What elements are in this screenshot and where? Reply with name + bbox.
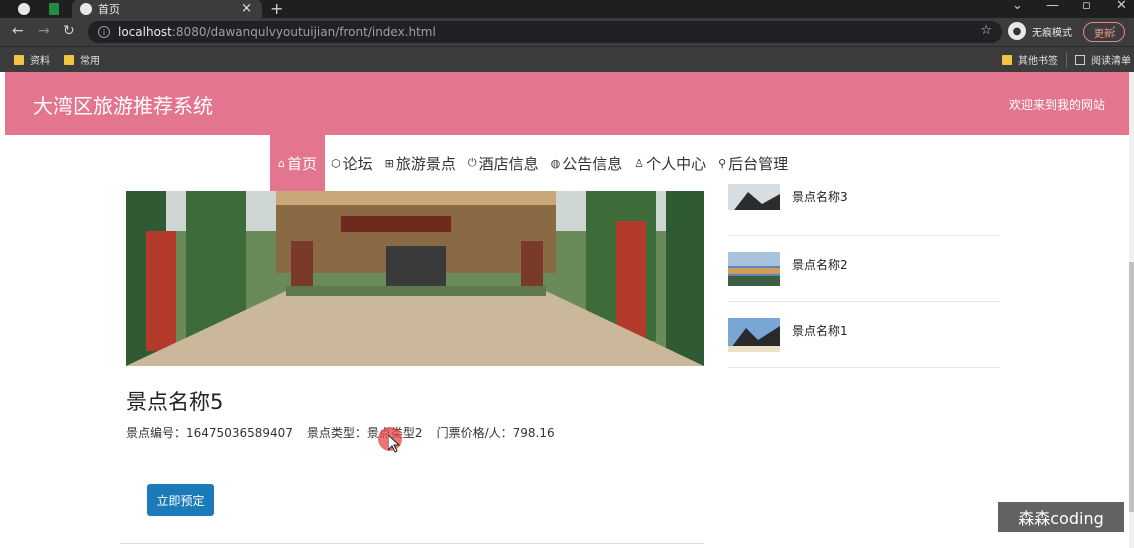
price-value: 798.16 [512, 426, 555, 440]
bookmark-label: 资料 [30, 56, 50, 67]
grid-icon: ⊞ [384, 156, 394, 170]
folder-icon [1002, 54, 1012, 65]
back-icon[interactable]: ← [12, 23, 24, 39]
mouse-cursor-icon [387, 433, 401, 457]
attraction-type: 景点类型：景点类型2 [307, 424, 423, 441]
side-list-item[interactable]: 景点名称1 [728, 302, 1000, 368]
minimize-icon[interactable]: — [1046, 0, 1059, 13]
active-tab[interactable]: 首页 × [72, 0, 262, 18]
side-list-item[interactable]: 景点名称2 [728, 236, 1000, 302]
bookmarks-bar: 资料 常用 其他书签 阅读清单 [0, 46, 1134, 72]
price-label: 门票价格/人： [436, 426, 513, 440]
menu-kebab-icon[interactable]: ⋮ [1108, 24, 1120, 38]
bookmark-separator [1066, 53, 1067, 67]
address-toolbar: ← → ↻ i localhost:8080/dawanqulvyoutuiji… [0, 18, 1134, 46]
divider [120, 543, 704, 544]
site-info-icon[interactable]: i [98, 26, 110, 38]
cube-icon: ⬡ [331, 156, 341, 170]
nav-forum[interactable]: ⬡ 论坛 [325, 135, 379, 191]
forward-icon[interactable]: → [38, 23, 50, 39]
attraction-price: 门票价格/人：798.16 [437, 424, 555, 441]
reading-list-icon [1075, 54, 1085, 65]
browser-tab-strip: 首页 × + ⌄ — ▫ ✕ [0, 0, 1134, 18]
incognito-label: 无痕模式 [1032, 27, 1072, 39]
reload-icon[interactable]: ↻ [63, 23, 75, 39]
nav-attractions[interactable]: ⊞ 旅游景点 [379, 135, 462, 191]
site-title: 大湾区旅游推荐系统 [33, 94, 213, 118]
nav-label: 论坛 [342, 154, 373, 173]
side-item-label: 景点名称2 [792, 258, 848, 272]
attraction-id: 景点编号：16475036589407 [126, 424, 293, 441]
pinned-tab-sheets[interactable] [44, 0, 64, 18]
nav-profile[interactable]: ♙ 个人中心 [628, 135, 712, 191]
incognito-indicator[interactable]: ● 无痕模式 [1008, 22, 1072, 40]
link-icon: ⚲ [718, 156, 727, 170]
tab-favicon-icon [80, 3, 92, 15]
home-icon: ⌂ [278, 156, 285, 170]
side-list-item[interactable]: 景点名称3 [728, 176, 1000, 236]
type-label: 景点类型： [306, 426, 367, 440]
book-now-button[interactable]: 立即预定 [147, 484, 214, 516]
tab-title: 首页 [98, 3, 120, 16]
thumbnail-image [728, 252, 780, 286]
bookmark-label: 常用 [80, 56, 100, 67]
folder-icon [14, 54, 24, 65]
nav-label: 旅游景点 [395, 154, 456, 173]
scrollbar-thumb[interactable] [1129, 262, 1134, 512]
reading-list-label: 阅读清单 [1091, 56, 1131, 67]
reading-list[interactable]: 阅读清单 [1075, 52, 1131, 67]
tab-search-icon[interactable]: ⌄ [1012, 0, 1023, 13]
attraction-meta: 景点编号：16475036589407 景点类型：景点类型2 门票价格/人：79… [126, 424, 555, 441]
globe-icon: ◍ [550, 156, 561, 170]
chrome-icon [18, 3, 30, 15]
attraction-side-list: 景点名称3 景点名称2 景点名称1 [728, 176, 1000, 368]
nav-hotels[interactable]: ⏻ 酒店信息 [462, 135, 545, 191]
welcome-text: 欢迎来到我的网站 [1008, 98, 1105, 112]
site-header: 大湾区旅游推荐系统 欢迎来到我的网站 [5, 72, 1129, 135]
id-value: 16475036589407 [186, 426, 293, 440]
user-icon: ♙ [634, 156, 645, 170]
maximize-icon[interactable]: ▫ [1082, 0, 1091, 13]
bookmark-label: 其他书签 [1018, 56, 1058, 67]
power-icon: ⏻ [467, 156, 477, 169]
bookmark-star-icon[interactable]: ☆ [980, 23, 992, 38]
url-field[interactable]: i localhost:8080/dawanqulvyoutuijian/fro… [88, 21, 1002, 43]
tab-close-icon[interactable]: × [241, 1, 252, 16]
bookmark-folder-changyong[interactable]: 常用 [64, 52, 100, 67]
id-label: 景点编号： [126, 426, 187, 440]
bookmark-folder-ziliao[interactable]: 资料 [14, 52, 50, 67]
bookmark-other[interactable]: 其他书签 [1002, 52, 1058, 67]
new-tab-icon[interactable]: + [270, 0, 283, 18]
attraction-photo [126, 191, 704, 366]
main-nav: ⌂ 首页 ⬡ 论坛 ⊞ 旅游景点 ⏻ 酒店信息 ◍ 公告信息 ♙ 个人中心 ⚲ … [270, 135, 794, 191]
attraction-name: 景点名称5 [126, 390, 224, 414]
page-scrollbar[interactable] [1129, 72, 1134, 548]
nav-label: 酒店信息 [478, 154, 539, 173]
incognito-icon: ● [1008, 22, 1026, 40]
side-item-label: 景点名称1 [792, 324, 848, 338]
pinned-tab-chrome[interactable] [14, 0, 34, 18]
watermark: 森森coding [998, 502, 1124, 532]
thumbnail-image [728, 318, 780, 352]
thumbnail-image [728, 184, 780, 210]
url-host: localhost [118, 25, 172, 39]
nav-label: 首页 [286, 154, 317, 173]
sheets-icon [49, 3, 59, 15]
side-item-label: 景点名称3 [792, 190, 848, 204]
nav-announcements[interactable]: ◍ 公告信息 [545, 135, 629, 191]
nav-label: 个人中心 [646, 154, 707, 173]
url-path: :8080/dawanqulvyoutuijian/front/index.ht… [171, 25, 436, 39]
nav-label: 公告信息 [562, 154, 623, 173]
nav-home[interactable]: ⌂ 首页 [270, 135, 325, 191]
nav-label: 后台管理 [728, 154, 789, 173]
folder-icon [64, 54, 74, 65]
update-button[interactable]: 更新 ⋮ [1083, 22, 1125, 42]
window-close-icon[interactable]: ✕ [1116, 0, 1127, 13]
